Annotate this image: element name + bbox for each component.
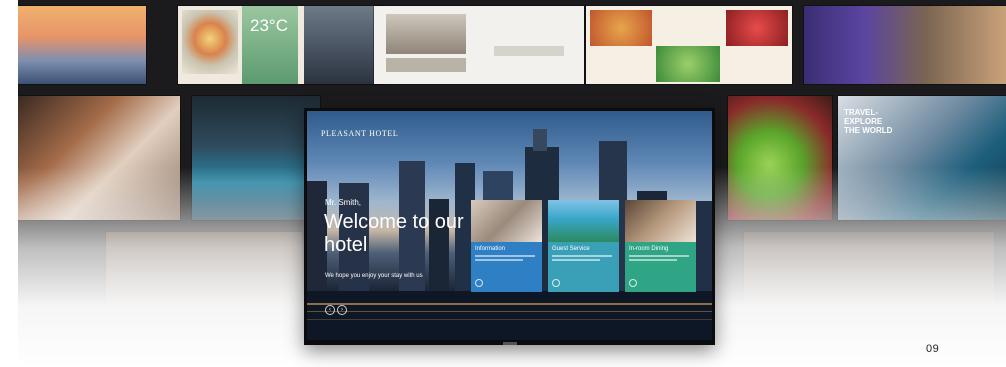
card-arrow-icon: [552, 279, 560, 287]
card-body-guest-service: Guest Service: [548, 242, 619, 292]
hotel-tv: PLEASANT HOTEL Mr. Smith, Welcome to our…: [304, 108, 715, 345]
card-title: Information: [475, 246, 506, 252]
card-information[interactable]: Information: [471, 200, 542, 292]
tile-food-weather: 23°C: [178, 6, 386, 84]
guest-name: Mr. Smith,: [325, 198, 362, 207]
travel-explore-label: TRAVEL- EXPLORE THE WORLD: [844, 108, 893, 135]
tile-room-booking: [374, 6, 584, 84]
welcome-title: Welcome to our hotel: [324, 211, 464, 256]
hotel-logo: PLEASANT HOTEL: [321, 129, 399, 138]
card-photo-in-room-dining: [625, 200, 696, 242]
card-guest-service[interactable]: Guest Service: [548, 200, 619, 292]
tile-pool-sunset: [18, 6, 146, 84]
card-photo-guest-service: [548, 200, 619, 242]
card-photo-information: [471, 200, 542, 242]
card-in-room-dining[interactable]: In-room Dining: [625, 200, 696, 292]
nav-arrows: ‹ ›: [325, 298, 349, 316]
card-text-lines: [475, 255, 535, 263]
card-arrow-icon: [475, 279, 483, 287]
card-body-information: Information: [471, 242, 542, 292]
tile-drinks-menu: [586, 6, 792, 84]
tile-resort-pool: [192, 96, 320, 220]
temperature-label: 23°C: [250, 16, 288, 35]
card-title: In-room Dining: [629, 246, 669, 252]
next-arrow-icon[interactable]: ›: [337, 305, 347, 315]
previous-arrow-icon[interactable]: ‹: [325, 305, 335, 315]
card-text-lines: [629, 255, 689, 263]
page-number: 09: [926, 343, 940, 355]
tv-stand: [503, 342, 517, 345]
tile-dining-hall: [744, 232, 994, 342]
tile-purple-menu: [804, 6, 1006, 84]
brochure-page: 23°C TRAVEL- EXPLORE THE WORLD PLEASANT …: [0, 0, 1006, 367]
card-arrow-icon: [629, 279, 637, 287]
card-body-in-room-dining: In-room Dining: [625, 242, 696, 292]
tv-screen: PLEASANT HOTEL Mr. Smith, Welcome to our…: [307, 111, 712, 340]
left-margin: [0, 0, 18, 367]
card-title: Guest Service: [552, 246, 590, 252]
tile-lounge: [106, 232, 302, 342]
tile-travel-explore: TRAVEL- EXPLORE THE WORLD: [838, 96, 1006, 220]
tile-apples: [728, 96, 832, 220]
welcome-subtitle: We hope you enjoy your stay with us: [325, 273, 423, 279]
card-text-lines: [552, 255, 612, 263]
tile-buffet: [18, 96, 180, 220]
